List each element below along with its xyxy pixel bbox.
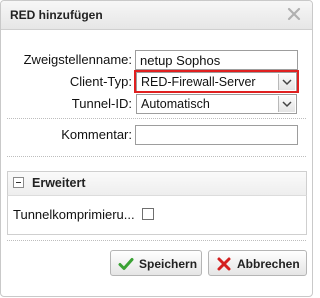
footer-divider — [7, 240, 306, 241]
add-red-dialog: RED hinzufügen Zweigstellenname: Client-… — [0, 0, 313, 297]
save-button-label: Speichern — [139, 257, 198, 271]
form-divider — [7, 118, 306, 119]
save-button[interactable]: Speichern — [110, 250, 202, 276]
advanced-section-header[interactable]: Erweitert — [7, 171, 307, 195]
close-icon[interactable] — [286, 5, 302, 23]
comment-label: Kommentar: — [61, 127, 132, 142]
client-type-select[interactable]: RED-Firewall-Server — [136, 72, 297, 92]
tunnel-id-label: Tunnel-ID: — [71, 96, 132, 111]
cross-icon — [216, 256, 232, 272]
tunnel-compression-label: Tunnelkomprimieru... — [13, 207, 135, 222]
client-type-value: RED-Firewall-Server — [141, 75, 256, 89]
cancel-button-label: Abbrechen — [237, 257, 300, 271]
branch-name-input[interactable] — [135, 50, 298, 70]
branch-name-label: Zweigstellenname: — [23, 52, 132, 67]
comment-input[interactable] — [135, 125, 298, 145]
collapse-icon[interactable] — [13, 177, 24, 188]
cancel-button[interactable]: Abbrechen — [208, 250, 307, 276]
checkmark-icon — [118, 256, 134, 272]
advanced-section-body: Tunnelkomprimieru... — [7, 195, 307, 235]
dialog-titlebar[interactable]: RED hinzufügen — [1, 1, 312, 30]
chevron-down-icon[interactable] — [278, 74, 295, 90]
tunnel-compression-checkbox[interactable] — [142, 208, 154, 220]
form-divider — [7, 156, 306, 157]
tunnel-id-value: Automatisch — [141, 97, 210, 111]
chevron-down-icon[interactable] — [278, 96, 295, 112]
tunnel-id-select[interactable]: Automatisch — [136, 94, 297, 114]
client-type-label: Client-Typ: — [69, 74, 132, 89]
dialog-title: RED hinzufügen — [10, 8, 103, 22]
advanced-section-title: Erweitert — [32, 176, 86, 190]
